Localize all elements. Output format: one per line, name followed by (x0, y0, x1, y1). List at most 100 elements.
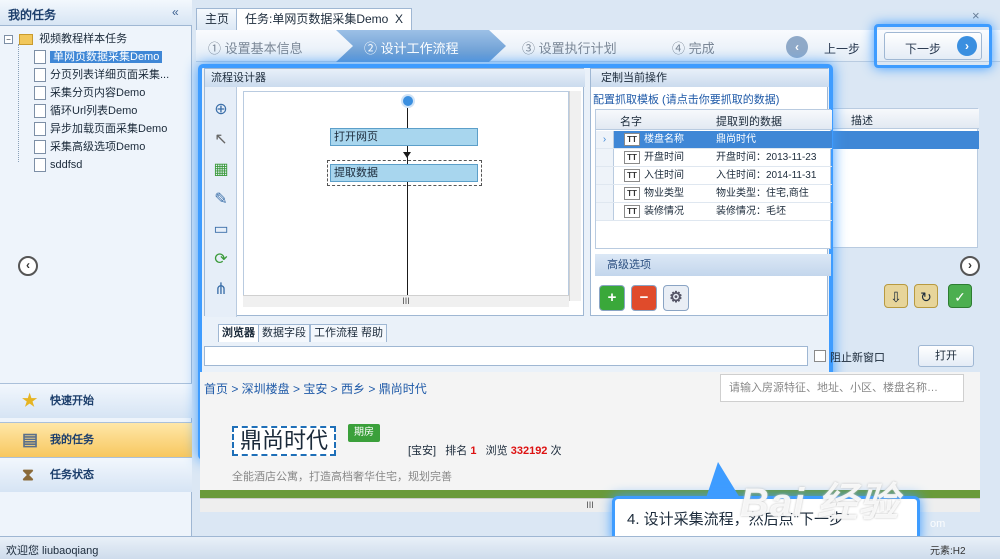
step-basic-info[interactable]: ① 设置基本信息 (208, 38, 303, 57)
nav-my-tasks[interactable]: ▤ 我的任务 (0, 422, 192, 457)
task-panel-header: 我的任务 « (0, 0, 192, 26)
row-pointer-icon: › (596, 131, 614, 148)
url-input[interactable] (204, 346, 808, 366)
refresh-icon[interactable]: ↻ (914, 284, 938, 308)
loop-icon[interactable]: ⟳ (210, 249, 232, 271)
designer-hscroll[interactable]: III (243, 295, 569, 307)
config-template-link[interactable]: 配置抓取模板 (请点击你要抓取的数据) (593, 91, 779, 107)
flow-node-extract-data[interactable]: 提取数据 (330, 164, 478, 182)
table-row[interactable]: › TT 楼盘名称 鼎尚时代 (596, 131, 832, 149)
flow-designer-title: 流程设计器 (205, 69, 585, 87)
edit-icon[interactable]: ✎ (210, 189, 232, 211)
pointer-icon[interactable]: ↖ (210, 129, 232, 151)
step-finish[interactable]: ④ 完成 (672, 38, 715, 57)
site-search-input[interactable]: 请输入房源特征、地址、小区、楼盘名称… (720, 374, 964, 402)
hourglass-icon: ⧗ (22, 465, 34, 484)
remove-icon[interactable]: − (631, 285, 657, 311)
add-icon[interactable]: + (599, 285, 625, 311)
nav-quick-start[interactable]: ★ 快速开始 (0, 383, 192, 418)
listing-info: [宝安] 排名 1 浏览 332192 次 (408, 445, 562, 457)
task-tree: − 视频教程样本任务 单网页数据采集Demo 分页列表详细页面采集... 采集分… (4, 30, 190, 380)
file-icon (34, 122, 46, 137)
tree-item[interactable]: 采集分页内容Demo (34, 84, 145, 102)
step-design-flow[interactable]: ② 设计工作流程 (364, 38, 459, 57)
close-icon[interactable]: × (972, 8, 980, 23)
block-new-window-checkbox[interactable] (814, 350, 826, 362)
arrow-icon (403, 152, 411, 158)
collapse-icon[interactable]: « (172, 5, 179, 19)
watermark-suffix: om (930, 518, 946, 530)
table-row[interactable]: TT 装修情况 装修情况：毛坯 (596, 203, 832, 221)
table-row[interactable]: TT 物业类型 物业类型：住宅,商住 (596, 185, 832, 203)
block-new-window-label: 阻止新窗口 (830, 352, 885, 364)
table-row[interactable]: TT 入住时间 入住时间：2014-11-31 (596, 167, 832, 185)
start-node (401, 94, 415, 108)
tree-item[interactable]: 循环Url列表Demo (34, 102, 137, 120)
step-schedule[interactable]: ③ 设置执行计划 (522, 38, 617, 57)
table-row[interactable]: TT 开盘时间 开盘时间：2013-11-23 (596, 149, 832, 167)
file-icon (34, 50, 46, 65)
operation-panel-title: 定制当前操作 (591, 69, 829, 87)
flow-node-open-page[interactable]: 打开网页 (330, 128, 478, 146)
star-icon: ★ (22, 391, 38, 410)
element-indicator: 元素:H2 (930, 546, 966, 557)
import-icon[interactable]: ⇩ (884, 284, 908, 308)
page-title[interactable]: 鼎尚时代 (232, 426, 336, 456)
tab-home[interactable]: 主页 (196, 8, 239, 30)
description-column: 描述 (830, 108, 979, 248)
tree-item[interactable]: 异步加载页面采集Demo (34, 120, 167, 138)
branch-icon[interactable]: ⋔ (210, 279, 232, 301)
grid-header: 名字 提取到的数据 (596, 110, 832, 130)
expand-icon[interactable]: − (4, 35, 13, 44)
open-button[interactable]: 打开 (918, 345, 974, 367)
scroll-left-icon[interactable]: ‹ (18, 256, 38, 276)
description-selected-cell (831, 131, 979, 149)
file-icon (34, 86, 46, 101)
file-icon (34, 158, 46, 173)
tree-item[interactable]: sddfsd (34, 156, 82, 174)
col-data: 提取到的数据 (716, 116, 782, 128)
flow-canvas[interactable]: 打开网页 提取数据 (243, 91, 569, 301)
tab-task[interactable]: 任务:单网页数据采集Demo X (236, 8, 413, 30)
bottom-tabs: 浏览器 数据字段 工作流程 帮助 (204, 322, 584, 342)
new-page-icon[interactable]: ⊕ (210, 99, 232, 121)
check-icon[interactable]: ✓ (948, 284, 972, 308)
operation-panel: 定制当前操作 配置抓取模板 (请点击你要抓取的数据) 名字 提取到的数据 › TT… (590, 68, 832, 316)
table-icon[interactable]: ▦ (210, 159, 232, 181)
tree-root[interactable]: − 视频教程样本任务 (4, 30, 127, 48)
designer-vscroll[interactable] (569, 91, 581, 301)
close-tab-icon[interactable]: X (395, 12, 403, 26)
gear-icon[interactable]: ⚙ (663, 285, 689, 311)
welcome-text: 欢迎您 liubaoqiang (6, 545, 99, 557)
tree-root-label: 视频教程样本任务 (39, 33, 128, 45)
task-panel-title: 我的任务 (8, 8, 57, 22)
flow-toolbar: ⊕ ↖ ▦ ✎ ▭ ⟳ ⋔ (205, 87, 237, 317)
file-icon (34, 68, 46, 83)
listing-slogan: 全能酒店公寓，打造高档奢华住宅，规划完善 (232, 471, 452, 483)
tab-data-fields[interactable]: 数据字段 (258, 324, 310, 342)
tree-item[interactable]: 单网页数据采集Demo (34, 48, 163, 66)
file-icon (34, 104, 46, 119)
tree-item[interactable]: 采集高级选项Demo (34, 138, 145, 156)
tab-workflow-help[interactable]: 工作流程 帮助 (310, 324, 388, 342)
prev-step-button[interactable]: ‹ 上一步 (786, 34, 868, 60)
chevron-right-icon: › (957, 36, 977, 56)
col-name: 名字 (620, 116, 642, 128)
nav-task-status[interactable]: ⧗ 任务状态 (0, 457, 192, 492)
breadcrumb[interactable]: 首页 > 深圳楼盘 > 宝安 > 西乡 > 鼎尚时代 (204, 380, 427, 397)
next-step-button[interactable]: 下一步 › (884, 32, 982, 60)
folder-icon (19, 33, 34, 45)
tree-item[interactable]: 分页列表详细页面采集... (34, 66, 169, 84)
tree-connector (18, 44, 19, 162)
file-icon (34, 140, 46, 155)
advanced-options-toggle[interactable]: 高级选项 (595, 254, 831, 276)
status-badge: 期房 (348, 424, 380, 442)
callout-pointer (706, 462, 740, 498)
field-grid: 名字 提取到的数据 › TT 楼盘名称 鼎尚时代 TT 开盘时间 开盘时间：2013-11… (595, 109, 832, 249)
flow-designer: 流程设计器 ⊕ ↖ ▦ ✎ ▭ ⟳ ⋔ 打开网页 提取数据 III (204, 68, 585, 317)
dropdown-icon[interactable]: ▭ (210, 219, 232, 241)
status-bar: 欢迎您 liubaoqiang 元素:H2 (0, 536, 1000, 559)
scroll-right-icon[interactable]: › (960, 256, 980, 276)
tab-browser[interactable]: 浏览器 (218, 324, 259, 342)
baidu-watermark: Bai 经验 (740, 481, 900, 525)
